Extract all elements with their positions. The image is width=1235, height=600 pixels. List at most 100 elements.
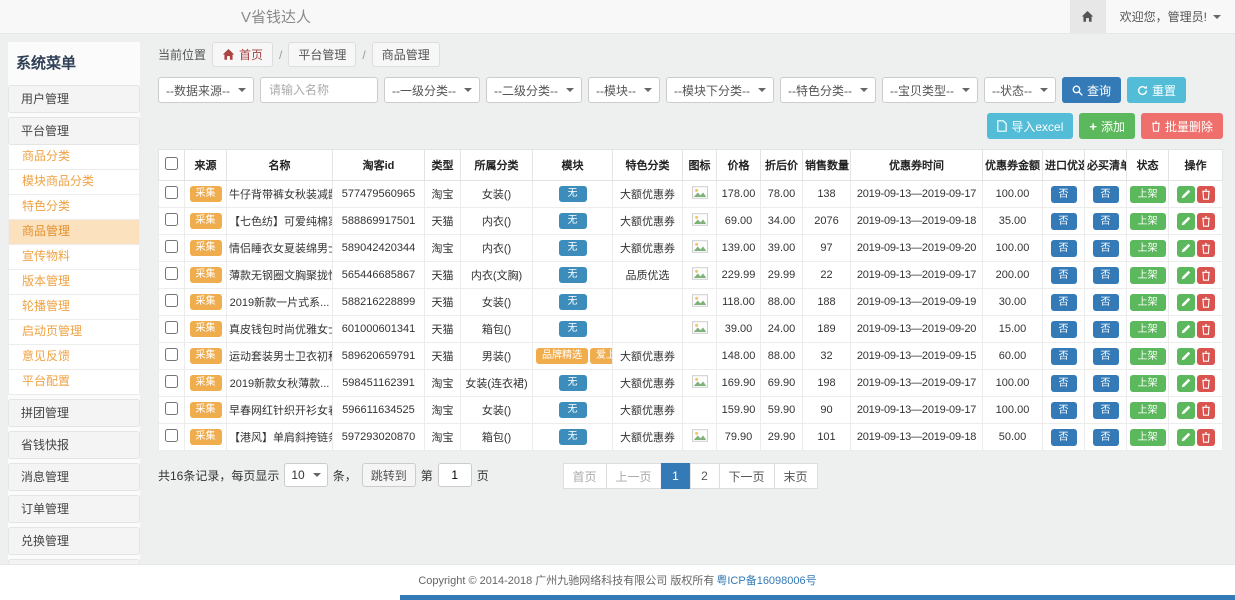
sidebar-item-featured-category[interactable]: 特色分类 xyxy=(8,195,140,220)
import-select-toggle[interactable]: 否 xyxy=(1051,348,1077,365)
sidebar-item-exchange-management[interactable]: 兑换管理 xyxy=(8,527,140,555)
jump-page-input[interactable] xyxy=(438,463,472,487)
page-button-page-1[interactable]: 1 xyxy=(661,463,691,489)
row-checkbox[interactable] xyxy=(165,186,178,199)
sidebar-item-platform-config[interactable]: 平台配置 xyxy=(8,370,140,395)
row-checkbox[interactable] xyxy=(165,294,178,307)
batch-delete-button[interactable]: 批量删除 xyxy=(1141,113,1223,139)
edit-button[interactable] xyxy=(1177,186,1195,203)
filter-select-item-type[interactable]: --宝贝类型-- xyxy=(882,77,978,103)
breadcrumb-home[interactable]: 首页 xyxy=(212,42,273,67)
page-button-next[interactable]: 下一页 xyxy=(719,463,775,489)
filter-select-module[interactable]: --模块-- xyxy=(588,77,660,103)
import-select-toggle[interactable]: 否 xyxy=(1051,213,1077,230)
delete-button[interactable] xyxy=(1197,321,1215,338)
filter-select-data-source[interactable]: --数据来源-- xyxy=(158,77,254,103)
must-buy-toggle[interactable]: 否 xyxy=(1093,240,1119,257)
breadcrumb-platform[interactable]: 平台管理 xyxy=(288,42,356,67)
sidebar-item-promo-material[interactable]: 宣传物料 xyxy=(8,245,140,270)
import-select-toggle[interactable]: 否 xyxy=(1051,375,1077,392)
delete-button[interactable] xyxy=(1197,240,1215,257)
status-toggle[interactable]: 上架 xyxy=(1130,240,1166,257)
sidebar-item-saving-news[interactable]: 省钱快报 xyxy=(8,431,140,459)
page-size-select[interactable]: 10 xyxy=(284,463,327,487)
sidebar-item-carousel-management[interactable]: 轮播管理 xyxy=(8,295,140,320)
row-checkbox[interactable] xyxy=(165,429,178,442)
icp-link[interactable]: 粤ICP备16098006号 xyxy=(716,572,816,588)
select-all-checkbox[interactable] xyxy=(165,157,178,170)
page-button-page-2[interactable]: 2 xyxy=(690,463,720,489)
page-button-first[interactable]: 首页 xyxy=(562,463,606,489)
sidebar-item-platform-management[interactable]: 平台管理 xyxy=(8,117,140,145)
delete-button[interactable] xyxy=(1197,348,1215,365)
status-toggle[interactable]: 上架 xyxy=(1130,294,1166,311)
import-excel-button[interactable]: 导入excel xyxy=(987,113,1073,139)
sidebar-item-user-management[interactable]: 用户管理 xyxy=(8,85,140,113)
edit-button[interactable] xyxy=(1177,402,1195,419)
import-select-toggle[interactable]: 否 xyxy=(1051,294,1077,311)
import-select-toggle[interactable]: 否 xyxy=(1051,240,1077,257)
must-buy-toggle[interactable]: 否 xyxy=(1093,321,1119,338)
status-toggle[interactable]: 上架 xyxy=(1130,429,1166,446)
delete-button[interactable] xyxy=(1197,402,1215,419)
sidebar-item-goods-category[interactable]: 商品分类 xyxy=(8,145,140,170)
sidebar-item-goods-management[interactable]: 商品管理 xyxy=(8,220,140,245)
status-toggle[interactable]: 上架 xyxy=(1130,375,1166,392)
delete-button[interactable] xyxy=(1197,294,1215,311)
sidebar-item-groupbuy-management[interactable]: 拼团管理 xyxy=(8,399,140,427)
delete-button[interactable] xyxy=(1197,267,1215,284)
sidebar-item-feedback[interactable]: 意见反馈 xyxy=(8,345,140,370)
filter-select-status[interactable]: --状态-- xyxy=(984,77,1056,103)
must-buy-toggle[interactable]: 否 xyxy=(1093,186,1119,203)
must-buy-toggle[interactable]: 否 xyxy=(1093,213,1119,230)
row-checkbox[interactable] xyxy=(165,267,178,280)
import-select-toggle[interactable]: 否 xyxy=(1051,429,1077,446)
delete-button[interactable] xyxy=(1197,429,1215,446)
filter-select-featured-category[interactable]: --特色分类-- xyxy=(780,77,876,103)
edit-button[interactable] xyxy=(1177,375,1195,392)
import-select-toggle[interactable]: 否 xyxy=(1051,402,1077,419)
sidebar-item-splash-management[interactable]: 启动页管理 xyxy=(8,320,140,345)
filter-input-name[interactable] xyxy=(260,77,378,103)
delete-button[interactable] xyxy=(1197,375,1215,392)
sidebar-item-message-management[interactable]: 消息管理 xyxy=(8,463,140,491)
status-toggle[interactable]: 上架 xyxy=(1130,267,1166,284)
search-button[interactable]: 查询 xyxy=(1062,77,1121,103)
edit-button[interactable] xyxy=(1177,429,1195,446)
jump-button[interactable]: 跳转到 xyxy=(362,463,416,487)
edit-button[interactable] xyxy=(1177,348,1195,365)
status-toggle[interactable]: 上架 xyxy=(1130,186,1166,203)
sidebar-item-module-goods-category[interactable]: 模块商品分类 xyxy=(8,170,140,195)
sidebar-item-order-management[interactable]: 订单管理 xyxy=(8,495,140,523)
delete-button[interactable] xyxy=(1197,213,1215,230)
breadcrumb-goods[interactable]: 商品管理 xyxy=(372,42,440,67)
page-button-last[interactable]: 末页 xyxy=(774,463,818,489)
home-button[interactable] xyxy=(1070,0,1106,33)
row-checkbox[interactable] xyxy=(165,348,178,361)
row-checkbox[interactable] xyxy=(165,213,178,226)
delete-button[interactable] xyxy=(1197,186,1215,203)
must-buy-toggle[interactable]: 否 xyxy=(1093,348,1119,365)
row-checkbox[interactable] xyxy=(165,321,178,334)
reset-button[interactable]: 重置 xyxy=(1127,77,1186,103)
user-menu[interactable]: 欢迎您，管理员! xyxy=(1106,0,1235,33)
status-toggle[interactable]: 上架 xyxy=(1130,402,1166,419)
edit-button[interactable] xyxy=(1177,267,1195,284)
row-checkbox[interactable] xyxy=(165,402,178,415)
sidebar-item-version-management[interactable]: 版本管理 xyxy=(8,270,140,295)
must-buy-toggle[interactable]: 否 xyxy=(1093,267,1119,284)
status-toggle[interactable]: 上架 xyxy=(1130,348,1166,365)
page-button-prev[interactable]: 上一页 xyxy=(605,463,661,489)
import-select-toggle[interactable]: 否 xyxy=(1051,321,1077,338)
filter-select-module-sub-category[interactable]: --模块下分类-- xyxy=(666,77,774,103)
add-button[interactable]: +添加 xyxy=(1079,113,1135,139)
import-select-toggle[interactable]: 否 xyxy=(1051,186,1077,203)
row-checkbox[interactable] xyxy=(165,240,178,253)
filter-select-level2-category[interactable]: --二级分类-- xyxy=(486,77,582,103)
edit-button[interactable] xyxy=(1177,240,1195,257)
edit-button[interactable] xyxy=(1177,213,1195,230)
edit-button[interactable] xyxy=(1177,321,1195,338)
status-toggle[interactable]: 上架 xyxy=(1130,321,1166,338)
edit-button[interactable] xyxy=(1177,294,1195,311)
row-checkbox[interactable] xyxy=(165,375,178,388)
